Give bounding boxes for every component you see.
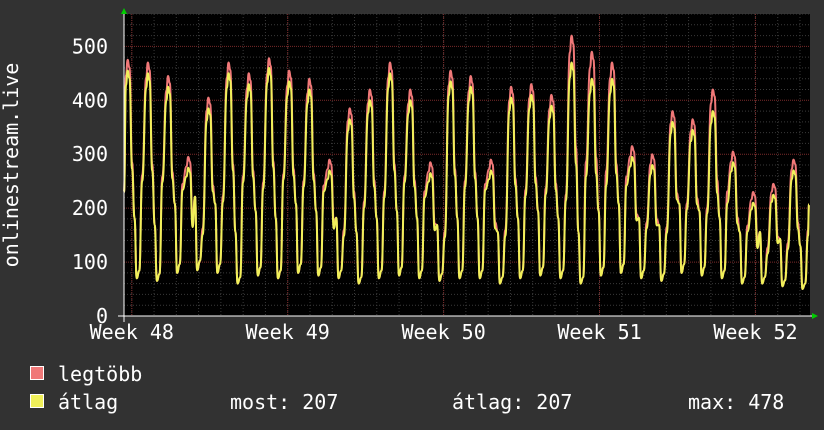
y-tick-label: 200 (72, 196, 108, 220)
x-tick-label: Week 50 (401, 320, 485, 344)
stat-max: max: 478 (688, 390, 785, 414)
y-axis-label: onlinestream.live (0, 63, 23, 268)
legend-swatch-avg (30, 394, 44, 408)
y-tick-label: 500 (72, 34, 108, 58)
legend-label-max: legtöbb (58, 362, 143, 386)
y-axis-arrow (121, 8, 127, 14)
stat-avg: átlag: 207 (452, 390, 573, 414)
y-tick-label: 400 (72, 88, 108, 112)
x-tick-labels: Week 48 Week 49 Week 50 Week 51 Week 52 (90, 320, 798, 344)
y-tick-label: 300 (72, 142, 108, 166)
legend-swatch-max (30, 366, 44, 380)
y-tick-labels: 0100200300400500 (72, 34, 108, 328)
legend-label-avg: átlag (58, 390, 119, 414)
x-tick-label: Week 48 (90, 320, 174, 344)
stat-now: most: 207 (230, 390, 339, 414)
x-tick-label: Week 52 (713, 320, 797, 344)
x-tick-label: Week 51 (557, 320, 641, 344)
y-tick-label: 100 (72, 250, 108, 274)
x-tick-label: Week 49 (246, 320, 330, 344)
x-axis-arrow (812, 313, 818, 319)
